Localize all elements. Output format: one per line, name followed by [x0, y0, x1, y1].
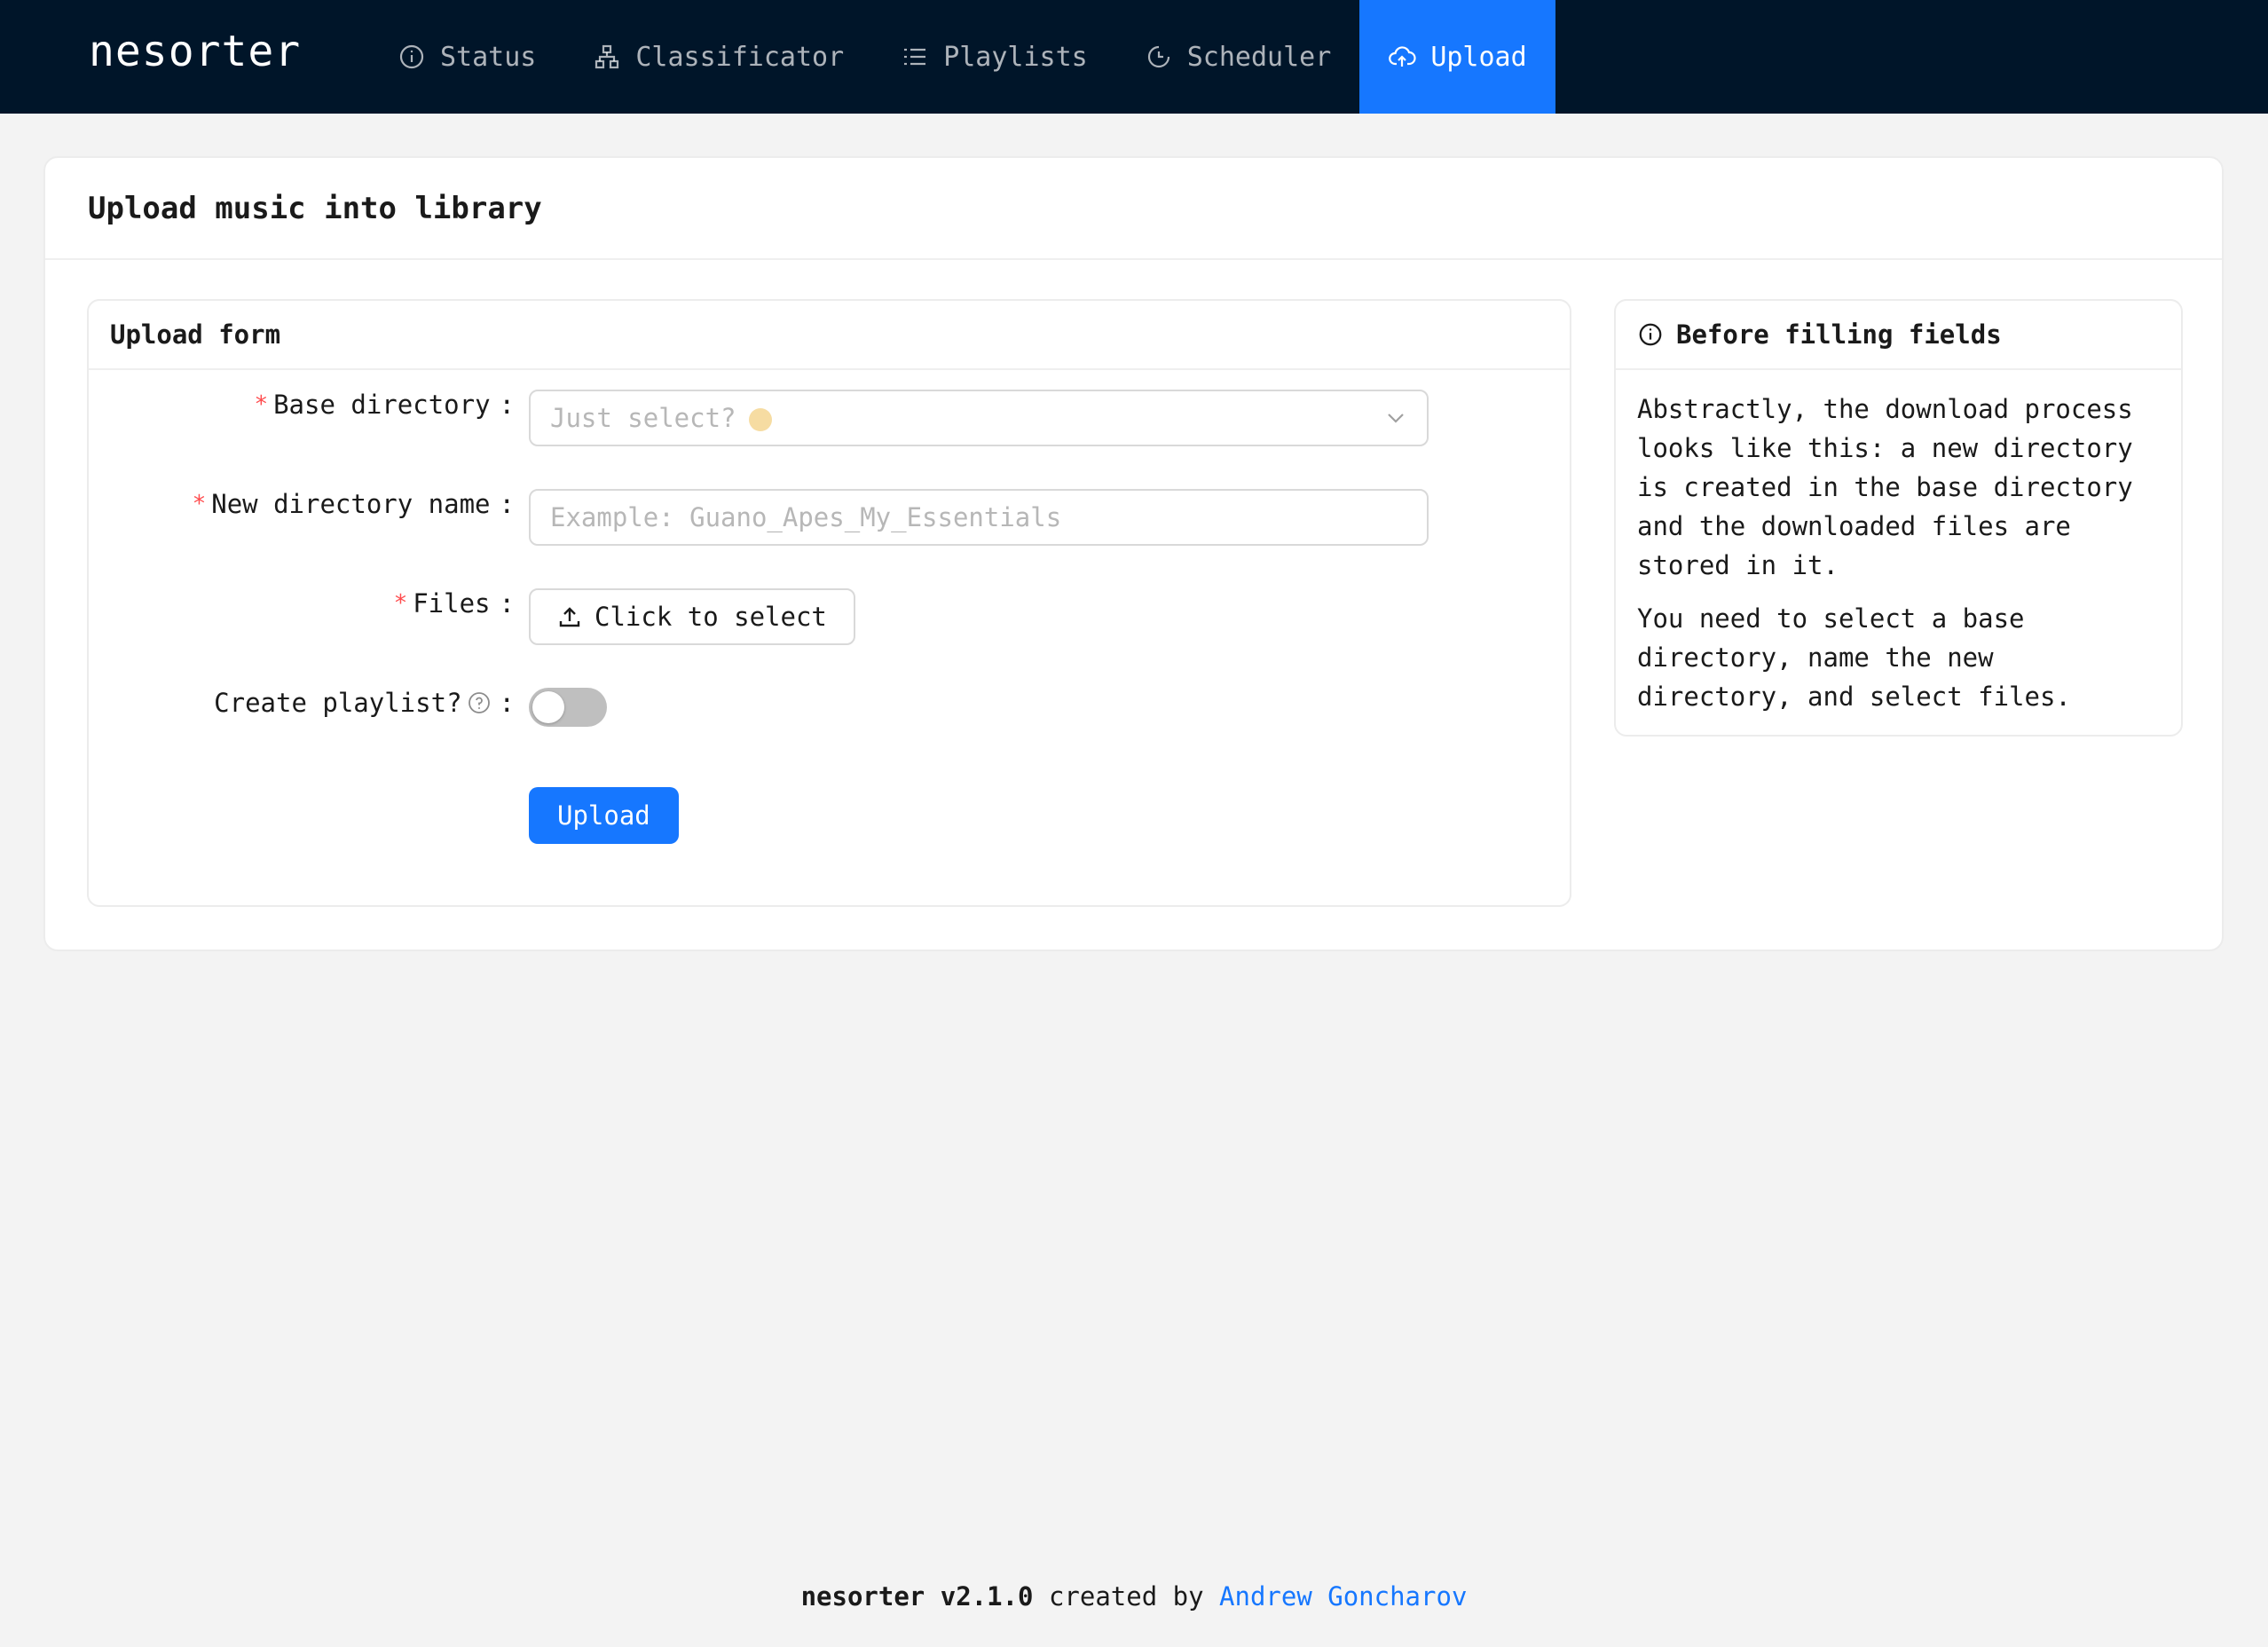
- upload-form-title: Upload form: [89, 301, 1570, 370]
- label-colon: :: [499, 588, 515, 619]
- nav-item-label: Playlists: [943, 41, 1088, 73]
- base-directory-label: * Base directory :: [89, 390, 515, 420]
- footer-author-link[interactable]: Andrew Goncharov: [1219, 1581, 1467, 1612]
- footer-version: nesorter v2.1.0: [800, 1581, 1034, 1612]
- label-colon: :: [499, 688, 515, 718]
- select-files-label: Click to select: [595, 602, 827, 632]
- new-directory-label-text: New directory name: [211, 489, 491, 519]
- required-mark: *: [254, 391, 269, 418]
- info-circle-icon: [399, 44, 424, 69]
- footer: nesorter v2.1.0 created by Andrew Goncha…: [0, 1581, 2268, 1612]
- new-directory-label: * New directory name :: [89, 489, 515, 519]
- nav-item-upload[interactable]: Upload: [1359, 0, 1555, 114]
- top-navbar: nesorter Status Classificator Playlists: [0, 0, 2268, 114]
- create-playlist-control: [529, 688, 607, 727]
- nav-item-classificator[interactable]: Classificator: [564, 0, 872, 114]
- create-playlist-label: Create playlist? :: [89, 688, 515, 718]
- base-directory-placeholder: Just select?: [550, 403, 772, 433]
- nav-item-playlists[interactable]: Playlists: [872, 0, 1116, 114]
- info-paragraph: Abstractly, the download process looks l…: [1637, 394, 2133, 580]
- base-directory-select[interactable]: Just select?: [529, 390, 1429, 446]
- create-playlist-label-text: Create playlist?: [214, 688, 462, 718]
- question-circle-icon[interactable]: [468, 691, 491, 714]
- submit-control: Upload: [529, 787, 679, 844]
- form-row-new-directory: * New directory name :: [89, 489, 1573, 546]
- files-control: Click to select: [529, 588, 855, 645]
- upload-icon: [559, 607, 580, 627]
- nav-item-label: Upload: [1430, 41, 1527, 73]
- cloud-upload-icon: [1389, 46, 1416, 67]
- switch-knob: [532, 691, 564, 723]
- form-row-base-directory: * Base directory : Just select?: [89, 390, 1573, 446]
- info-paragraph: You need to select a base directory, nam…: [1637, 603, 2071, 712]
- nav-item-label: Scheduler: [1186, 41, 1332, 73]
- required-mark: *: [393, 590, 408, 617]
- nav-item-label: Classificator: [635, 41, 845, 73]
- label-colon: :: [499, 390, 515, 420]
- upload-page-card: Upload music into library Upload form * …: [43, 156, 2224, 951]
- base-directory-control: Just select?: [529, 390, 1429, 446]
- footer-created-by: created by: [1048, 1581, 1204, 1612]
- create-playlist-switch[interactable]: [529, 688, 607, 727]
- form-row-create-playlist: Create playlist? :: [89, 688, 1573, 727]
- hierarchy-icon: [595, 44, 619, 69]
- page-title: Upload music into library: [45, 158, 2222, 260]
- form-row-files: * Files : Click to select: [89, 588, 1573, 645]
- base-directory-placeholder-text: Just select?: [550, 403, 736, 433]
- label-colon: :: [499, 489, 515, 519]
- files-label: * Files :: [89, 588, 515, 619]
- files-label-text: Files: [413, 588, 491, 619]
- chevron-down-icon: [1388, 414, 1404, 423]
- nav-item-status[interactable]: Status: [369, 0, 564, 114]
- thinking-face-icon: [748, 408, 772, 431]
- new-directory-control: [529, 489, 1429, 546]
- info-card: Before filling fields Abstractly, the do…: [1614, 299, 2183, 737]
- info-card-title: Before filling fields: [1676, 319, 2002, 350]
- info-card-body: Abstractly, the download process looks l…: [1616, 370, 2181, 750]
- new-directory-input[interactable]: [529, 489, 1429, 546]
- app-logo[interactable]: nesorter: [89, 0, 301, 103]
- info-card-header: Before filling fields: [1616, 301, 2181, 370]
- select-files-button[interactable]: Click to select: [529, 588, 855, 645]
- base-directory-label-text: Base directory: [273, 390, 491, 420]
- list-icon: [904, 48, 926, 66]
- main-nav: Status Classificator Playlists Scheduler: [369, 0, 1555, 114]
- clock-icon: [1147, 45, 1169, 68]
- nav-item-scheduler[interactable]: Scheduler: [1116, 0, 1360, 114]
- upload-form-card: Upload form * Base directory : Just sele…: [87, 299, 1571, 907]
- nav-item-label: Status: [440, 41, 537, 73]
- info-circle-icon: [1639, 323, 1662, 346]
- required-mark: *: [192, 491, 207, 517]
- upload-submit-button[interactable]: Upload: [529, 787, 679, 844]
